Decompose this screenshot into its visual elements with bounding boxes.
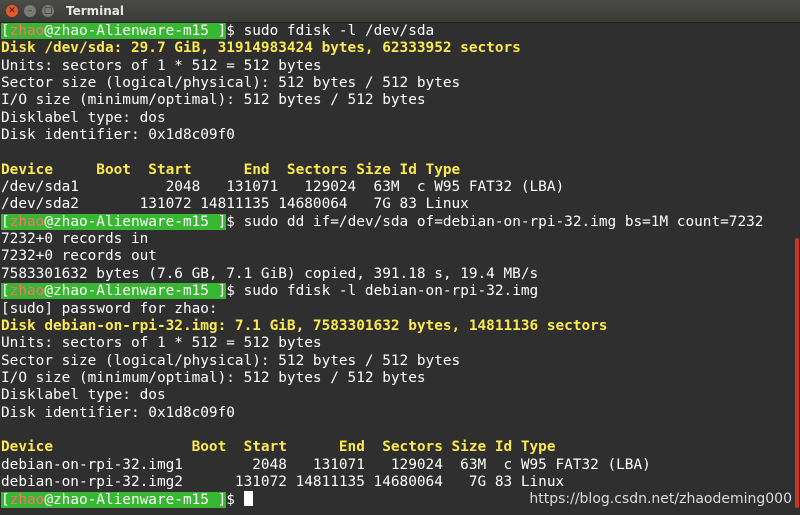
prompt-user: zhao — [9, 492, 45, 509]
prompt-bracket: ] — [208, 213, 227, 230]
output-text: Disklabel type: dos — [1, 109, 166, 126]
output-line: debian-on-rpi-32.img2 131072 14811135 14… — [1, 474, 800, 491]
output-line: Sector size (logical/physical): 512 byte… — [1, 353, 800, 370]
output-text: 7232+0 records in — [1, 231, 149, 248]
output-line: /dev/sda1 2048 131071 129024 63M c W95 F… — [1, 179, 800, 196]
output-line: I/O size (minimum/optimal): 512 bytes / … — [1, 92, 800, 109]
prompt-host: @zhao-Alienware-m15 — [44, 283, 209, 300]
prompt-bracket: [ — [1, 23, 10, 39]
output-text: debian-on-rpi-32.img1 2048 131071 129024… — [1, 456, 651, 473]
prompt-line: [zhao@zhao-Alienware-m15 ]$ sudo fdisk -… — [1, 23, 800, 40]
output-line: Units: sectors of 1 * 512 = 512 bytes — [1, 335, 800, 352]
prompt-symbol: $ — [226, 213, 244, 230]
highlight-text: Disk /dev/sda: 29.7 GiB, 31914983424 byt… — [1, 40, 521, 57]
command-text: sudo fdisk -l debian-on-rpi-32.img — [243, 283, 539, 300]
prompt-host: @zhao-Alienware-m15 — [44, 23, 209, 39]
output-text: Units: sectors of 1 * 512 = 512 bytes — [1, 335, 322, 352]
command-text: sudo fdisk -l /dev/sda — [243, 23, 435, 39]
watermark-text: https://blog.csdn.net/zhaodeming000 — [529, 491, 792, 507]
text-cursor — [243, 491, 253, 507]
close-icon[interactable]: ✕ — [6, 5, 18, 17]
output-line: debian-on-rpi-32.img1 2048 131071 129024… — [1, 457, 800, 474]
output-text: 7232+0 records out — [1, 248, 157, 265]
output-line: 7583301632 bytes (7.6 GB, 7.1 GiB) copie… — [1, 266, 800, 283]
prompt-symbol: $ — [226, 492, 244, 509]
highlight-text: Device Boot Start End Sectors Size Id Ty… — [1, 161, 461, 178]
scrollbar[interactable] — [794, 23, 800, 515]
prompt-bracket: ] — [208, 492, 227, 509]
prompt-user: zhao — [9, 23, 45, 39]
output-text: [sudo] password for zhao: — [1, 300, 218, 317]
output-line: Disklabel type: dos — [1, 387, 800, 404]
output-line: 7232+0 records in — [1, 231, 800, 248]
output-line: Disk debian-on-rpi-32.img: 7.1 GiB, 7583… — [1, 318, 800, 335]
prompt-label: [zhao@zhao-Alienware-m15 ] — [1, 23, 227, 39]
output-line: /dev/sda2 131072 14811135 14680064 7G 83… — [1, 196, 800, 213]
prompt-symbol: $ — [226, 283, 244, 300]
output-line: [sudo] password for zhao: — [1, 301, 800, 318]
prompt-host: @zhao-Alienware-m15 — [44, 213, 209, 230]
prompt-line: [zhao@zhao-Alienware-m15 ]$ sudo fdisk -… — [1, 283, 800, 300]
output-text: Disk identifier: 0x1d8c09f0 — [1, 404, 235, 421]
highlight-text: Device Boot Start End Sectors Size Id Ty… — [1, 439, 556, 456]
maximize-icon[interactable]: □ — [42, 5, 54, 17]
output-text: Disklabel type: dos — [1, 387, 166, 404]
output-text: I/O size (minimum/optimal): 512 bytes / … — [1, 369, 426, 386]
output-line: Device Boot Start End Sectors Size Id Ty… — [1, 439, 800, 456]
output-line: Sector size (logical/physical): 512 byte… — [1, 75, 800, 92]
output-text: I/O size (minimum/optimal): 512 bytes / … — [1, 92, 426, 109]
output-text: Sector size (logical/physical): 512 byte… — [1, 75, 461, 92]
output-line: Disk /dev/sda: 29.7 GiB, 31914983424 byt… — [1, 40, 800, 57]
output-text: Sector size (logical/physical): 512 byte… — [1, 352, 461, 369]
prompt-bracket: [ — [1, 283, 10, 300]
command-text: sudo dd if=/dev/sda of=debian-on-rpi-32.… — [243, 213, 764, 230]
prompt-user: zhao — [9, 213, 45, 230]
prompt-bracket: [ — [1, 213, 10, 230]
prompt-bracket: ] — [208, 283, 227, 300]
prompt-bracket: ] — [208, 23, 227, 39]
title-bar: ✕ – □ Terminal — [0, 0, 800, 23]
minimize-icon[interactable]: – — [24, 5, 36, 17]
prompt-user: zhao — [9, 283, 45, 300]
output-text: /dev/sda1 2048 131071 129024 63M c W95 F… — [1, 179, 565, 196]
prompt-host: @zhao-Alienware-m15 — [44, 492, 209, 509]
output-line: Disk identifier: 0x1d8c09f0 — [1, 405, 800, 422]
prompt-line: [zhao@zhao-Alienware-m15 ]$ sudo dd if=/… — [1, 213, 800, 231]
prompt-label: [zhao@zhao-Alienware-m15 ] — [1, 213, 227, 230]
output-line: Units: sectors of 1 * 512 = 512 bytes — [1, 58, 800, 75]
output-text: 7583301632 bytes (7.6 GB, 7.1 GiB) copie… — [1, 265, 539, 282]
output-line: 7232+0 records out — [1, 248, 800, 265]
output-text: Units: sectors of 1 * 512 = 512 bytes — [1, 57, 322, 74]
prompt-label: [zhao@zhao-Alienware-m15 ] — [1, 283, 227, 300]
output-line: Disk identifier: 0x1d8c09f0 — [1, 127, 800, 144]
terminal-window: ✕ – □ Terminal [zhao@zhao-Alienware-m15 … — [0, 0, 800, 515]
output-line: Device Boot Start End Sectors Size Id Ty… — [1, 162, 800, 179]
highlight-text: Disk debian-on-rpi-32.img: 7.1 GiB, 7583… — [1, 317, 608, 334]
terminal-output[interactable]: [zhao@zhao-Alienware-m15 ]$ sudo fdisk -… — [0, 23, 800, 515]
window-title: Terminal — [66, 4, 125, 18]
output-text: /dev/sda2 131072 14811135 14680064 7G 83… — [1, 196, 469, 213]
output-line: I/O size (minimum/optimal): 512 bytes / … — [1, 370, 800, 387]
prompt-symbol: $ — [226, 23, 244, 39]
scrollbar-thumb[interactable] — [795, 238, 799, 508]
output-text: Disk identifier: 0x1d8c09f0 — [1, 127, 235, 144]
output-line: Disklabel type: dos — [1, 110, 800, 127]
prompt-label: [zhao@zhao-Alienware-m15 ] — [1, 492, 227, 509]
output-text: debian-on-rpi-32.img2 131072 14811135 14… — [1, 473, 565, 490]
prompt-bracket: [ — [1, 492, 10, 509]
